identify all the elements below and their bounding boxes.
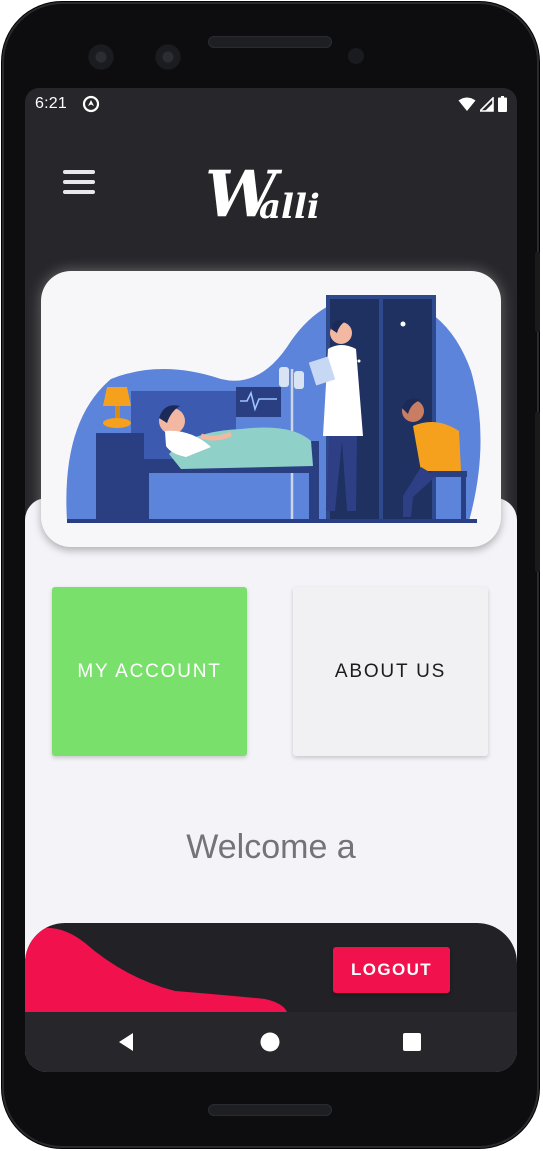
back-icon[interactable] [115,1030,139,1054]
earpiece-speaker [208,36,332,48]
proximity-sensor [348,48,364,64]
volume-button [535,252,540,332]
walli-logo: W alli [205,157,320,232]
logo-rest: alli [259,187,320,227]
app-screen: 6:21 W alli MY ACCOUNT ABOUT US Welcome … [25,88,517,1072]
banner-card [41,271,501,547]
decorative-wave [25,927,287,1012]
wifi-icon [458,97,476,111]
home-icon[interactable] [258,1030,282,1054]
assistant-icon [82,95,100,113]
my-account-button[interactable]: MY ACCOUNT [52,587,247,756]
hamburger-menu-icon[interactable] [63,170,95,200]
logout-button[interactable]: LOGOUT [333,947,450,993]
welcome-text: Welcome a [186,828,356,866]
bottom-speaker [208,1104,332,1116]
front-camera-icon [155,44,181,70]
front-camera-icon [88,44,114,70]
battery-icon [498,96,507,112]
system-navigation-bar [25,1012,517,1072]
power-button [535,412,540,572]
status-time: 6:21 [35,95,67,112]
hospital-room-illustration [66,295,481,523]
recents-icon[interactable] [400,1030,424,1054]
signal-icon [480,96,494,112]
status-bar: 6:21 [25,88,517,120]
status-icons [458,96,507,112]
about-us-button[interactable]: ABOUT US [293,587,488,756]
app-logo: W alli [205,156,345,236]
